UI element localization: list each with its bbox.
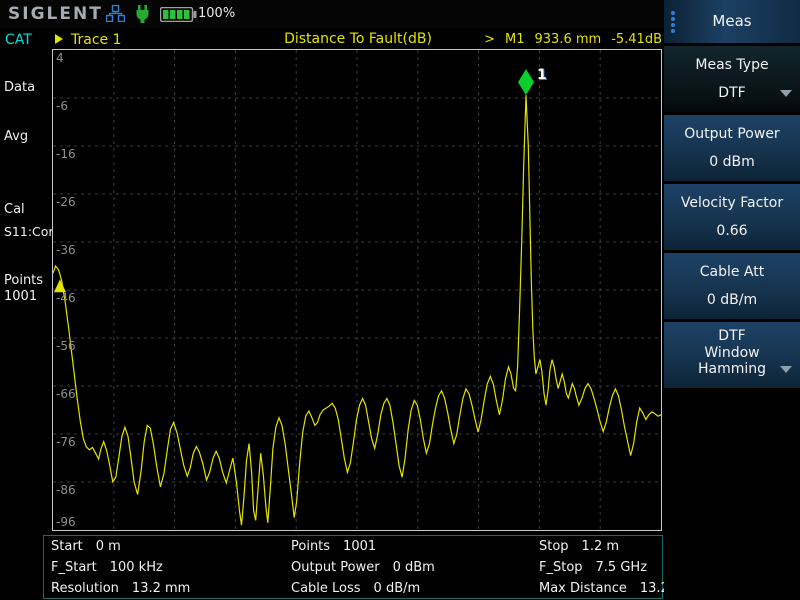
trace-canvas: 1 <box>53 50 661 530</box>
chevron-down-icon <box>780 366 792 373</box>
status-field-output-power: Output Power 0 dBm <box>291 560 435 578</box>
marker-distance: 933.6 mm <box>535 32 602 47</box>
y-axis-tick: -86 <box>56 484 76 496</box>
status-field-start: Start 0 m <box>51 539 121 557</box>
status-field-cable-loss: Cable Loss 0 dB/m <box>291 581 420 599</box>
marker-amplitude: -5.41dB <box>611 32 662 47</box>
softkey-label: Meas Type <box>664 57 800 74</box>
bottom-status-bar: Start 0 m F_Start 100 kHz Resolution 13.2 … <box>43 535 663 599</box>
status-field-points: Points 1001 <box>291 539 376 557</box>
siglent-logo: SIGLENT <box>8 4 103 24</box>
marker-name: M1 <box>505 32 525 47</box>
softkey-value: 0.66 <box>664 223 800 239</box>
status-field-f-stop: F_Stop 7.5 GHz <box>539 560 647 578</box>
softkey-label: Cable Att <box>664 264 800 281</box>
status-field-stop: Stop 1.2 m <box>539 539 619 557</box>
dtf-trace-plot: 1 4 -6 -16 -26 -36 -46 -56 -66 -76 -86 -96 <box>52 49 662 531</box>
gutter-label-cal: Cal <box>4 202 25 217</box>
menu-header-meas: Meas <box>664 0 800 43</box>
gutter-label-avg: Avg <box>4 129 28 144</box>
y-axis-tick: -96 <box>56 516 76 528</box>
y-axis-tick: -36 <box>56 244 76 256</box>
menu-title: Meas <box>664 12 800 30</box>
softkey-meas-type[interactable]: Meas TypeDTF <box>664 46 800 112</box>
status-field-f-start: F_Start 100 kHz <box>51 560 163 578</box>
softkey-label: DTFWindow <box>664 328 800 362</box>
power-plug-icon <box>134 5 151 24</box>
lan-icon <box>106 5 125 22</box>
marker-1-diamond-icon <box>518 69 534 95</box>
y-axis-tick: -16 <box>56 148 76 160</box>
softkey-label: Output Power <box>664 126 800 143</box>
marker-1-label: 1 <box>537 67 547 83</box>
softkey-cable-att[interactable]: Cable Att 0 dB/m <box>664 253 800 319</box>
top-status-bar: SIGLENT 100% <box>0 0 664 28</box>
y-axis-tick: -56 <box>56 340 76 352</box>
status-field-resolution: Resolution 13.2 mm <box>51 581 190 599</box>
softkey-output-power[interactable]: Output Power 0 dBm <box>664 115 800 181</box>
softkey-value: 0 dB/m <box>664 292 800 308</box>
gutter-label-data: Data <box>4 80 35 95</box>
y-axis-tick: -46 <box>56 292 76 304</box>
y-axis-tick: -26 <box>56 196 76 208</box>
softkey-label: Velocity Factor <box>664 195 800 212</box>
instrument-screen: SIGLENT 100% CAT Trace 1 Distance To Fau… <box>0 0 800 600</box>
gutter-label-s11-cor: S11:Cor <box>4 224 54 239</box>
chevron-down-icon <box>780 90 792 97</box>
gutter-label-points: Points <box>4 273 43 288</box>
softkey-velocity-factor[interactable]: Velocity Factor 0.66 <box>664 184 800 250</box>
battery-icon <box>160 7 197 22</box>
softkey-dtf-window[interactable]: DTFWindowHamming <box>664 322 800 388</box>
softkey-value: 0 dBm <box>664 154 800 170</box>
mode-indicator-cat: CAT <box>5 32 32 48</box>
y-axis-tick: 4 <box>56 52 64 64</box>
marker-prefix: > <box>484 32 495 47</box>
y-axis-tick: -66 <box>56 388 76 400</box>
softkey-menu: Meas Meas TypeDTF Output Power 0 dBm Veloci… <box>664 0 800 600</box>
y-axis-tick: -6 <box>56 100 68 112</box>
y-axis-tick: -76 <box>56 436 76 448</box>
marker-readout: > M1 933.6 mm -5.41dB <box>380 32 662 47</box>
gutter-points-value: 1001 <box>4 289 37 304</box>
battery-percent: 100% <box>198 6 235 21</box>
